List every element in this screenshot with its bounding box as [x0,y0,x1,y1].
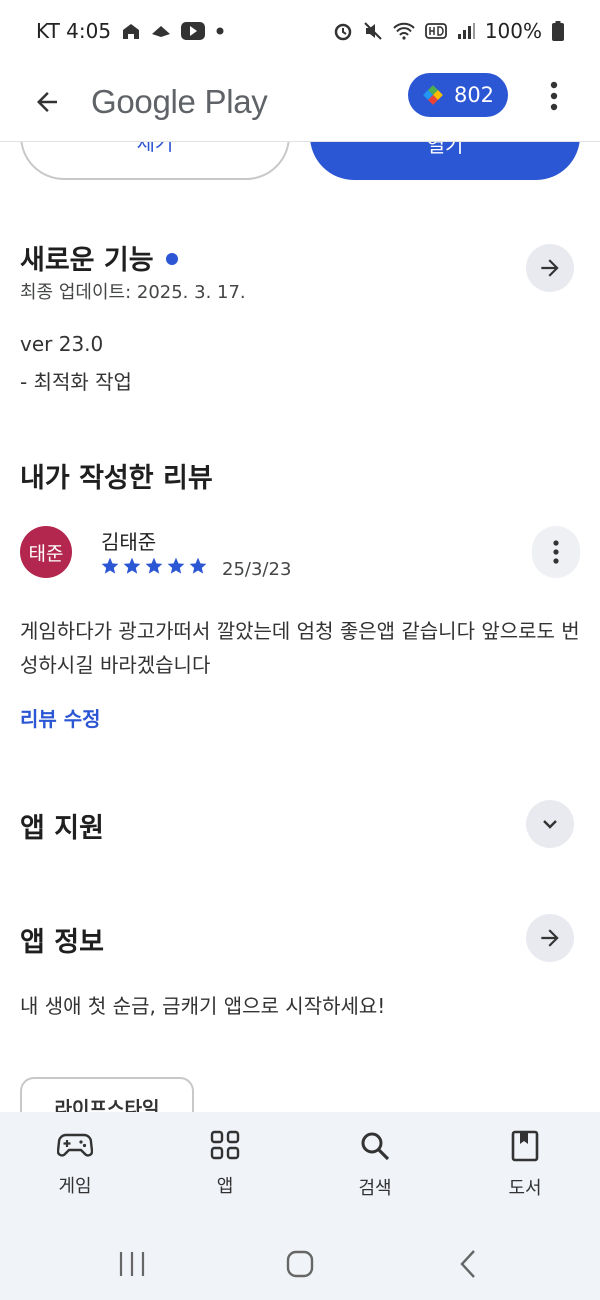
edit-review-link[interactable]: 리뷰 수정 [20,703,101,732]
app-description: 내 생애 첫 순금, 금캐기 앱으로 시작하세요! [20,994,386,1018]
review-options-button[interactable] [532,526,580,578]
mute-icon [363,21,383,41]
app-support-expand-button[interactable] [526,800,574,848]
gamepad-icon [57,1133,93,1157]
cloud-notification-icon [151,24,171,38]
recent-apps-button[interactable] [102,1244,162,1284]
home-button[interactable] [270,1244,330,1284]
apps-grid-icon [210,1130,240,1160]
star-icon [189,557,207,574]
recent-apps-icon [119,1252,145,1276]
star-icon [167,557,185,574]
more-vert-icon [553,540,559,564]
play-points-count: 802 [453,83,495,107]
more-notifications-dot-icon [215,26,225,36]
more-options-button[interactable] [534,73,574,119]
battery-icon [552,21,564,41]
app-details-content[interactable]: 제거 열기 새로운 기능 최종 업데이트: 2025. 3. 17. ver 2… [0,142,600,1112]
arrow-forward-icon [541,929,559,947]
update-note: - 최적화 작업 [20,370,132,394]
nav-games[interactable]: 게임 [0,1112,150,1230]
new-indicator-dot [165,252,178,265]
app-support-title: 앱 지원 [20,813,104,844]
star-rating [100,556,208,576]
hd-voice-icon [424,23,447,39]
chevron-down-icon [543,820,557,829]
nav-apps[interactable]: 앱 [150,1112,300,1230]
my-review-title: 내가 작성한 리뷰 [20,463,213,494]
app-title: Google Play [91,82,268,120]
review-date: 25/3/23 [222,559,292,580]
bottom-navigation: 게임 앱 검색 도서 [0,1112,600,1230]
open-button[interactable]: 열기 [310,142,580,180]
signal-icon [457,23,475,39]
arrow-forward-icon [541,259,559,277]
reviewer-name: 김태준 [101,530,157,554]
more-vert-icon [550,81,558,111]
back-button[interactable] [17,72,77,132]
review-text: 게임하다가 광고가떠서 깔았는데 엄청 좋은앱 같습니다 앞으로도 번성하시길 … [20,619,580,677]
status-bar: KT 4:05 100% [0,0,600,62]
search-icon [361,1132,390,1161]
play-points-button[interactable]: 802 [408,73,508,117]
play-points-diamond-icon [423,85,443,105]
nav-books-label: 도서 [508,1178,542,1199]
whats-new-arrow-button[interactable] [526,244,574,292]
app-info-arrow-button[interactable] [526,914,574,962]
carrier-time: KT 4:05 [36,19,112,43]
star-icon [101,557,119,574]
system-navigation-bar [0,1230,600,1300]
home-notification-icon [121,22,141,40]
wifi-icon [393,22,415,40]
chevron-left-icon [460,1250,475,1278]
youtube-notification-icon [181,22,206,40]
nav-apps-label: 앱 [216,1176,234,1197]
version-text: ver 23.0 [20,332,104,356]
nav-games-label: 게임 [58,1176,92,1197]
whats-new-title: 새로운 기능 [20,245,154,276]
remove-button[interactable]: 제거 [20,142,290,180]
alarm-icon [333,21,353,41]
book-icon [511,1130,539,1162]
nav-search-label: 검색 [358,1178,392,1199]
star-icon [123,557,141,574]
star-icon [145,557,163,574]
whats-new-heading: 새로운 기능 [20,238,178,277]
category-chip[interactable]: 라이프스타일 [20,1077,194,1112]
back-nav-button[interactable] [438,1244,498,1284]
avatar: 태준 [20,526,72,578]
arrow-back-icon [37,91,57,112]
battery-level: 100% [484,19,542,43]
home-icon [286,1250,314,1278]
last-updated: 최종 업데이트: 2025. 3. 17. [20,282,246,303]
nav-books[interactable]: 도서 [450,1112,600,1230]
nav-search[interactable]: 검색 [300,1112,450,1230]
app-bar: Google Play 802 [0,62,600,142]
app-info-title: 앱 정보 [20,927,104,958]
